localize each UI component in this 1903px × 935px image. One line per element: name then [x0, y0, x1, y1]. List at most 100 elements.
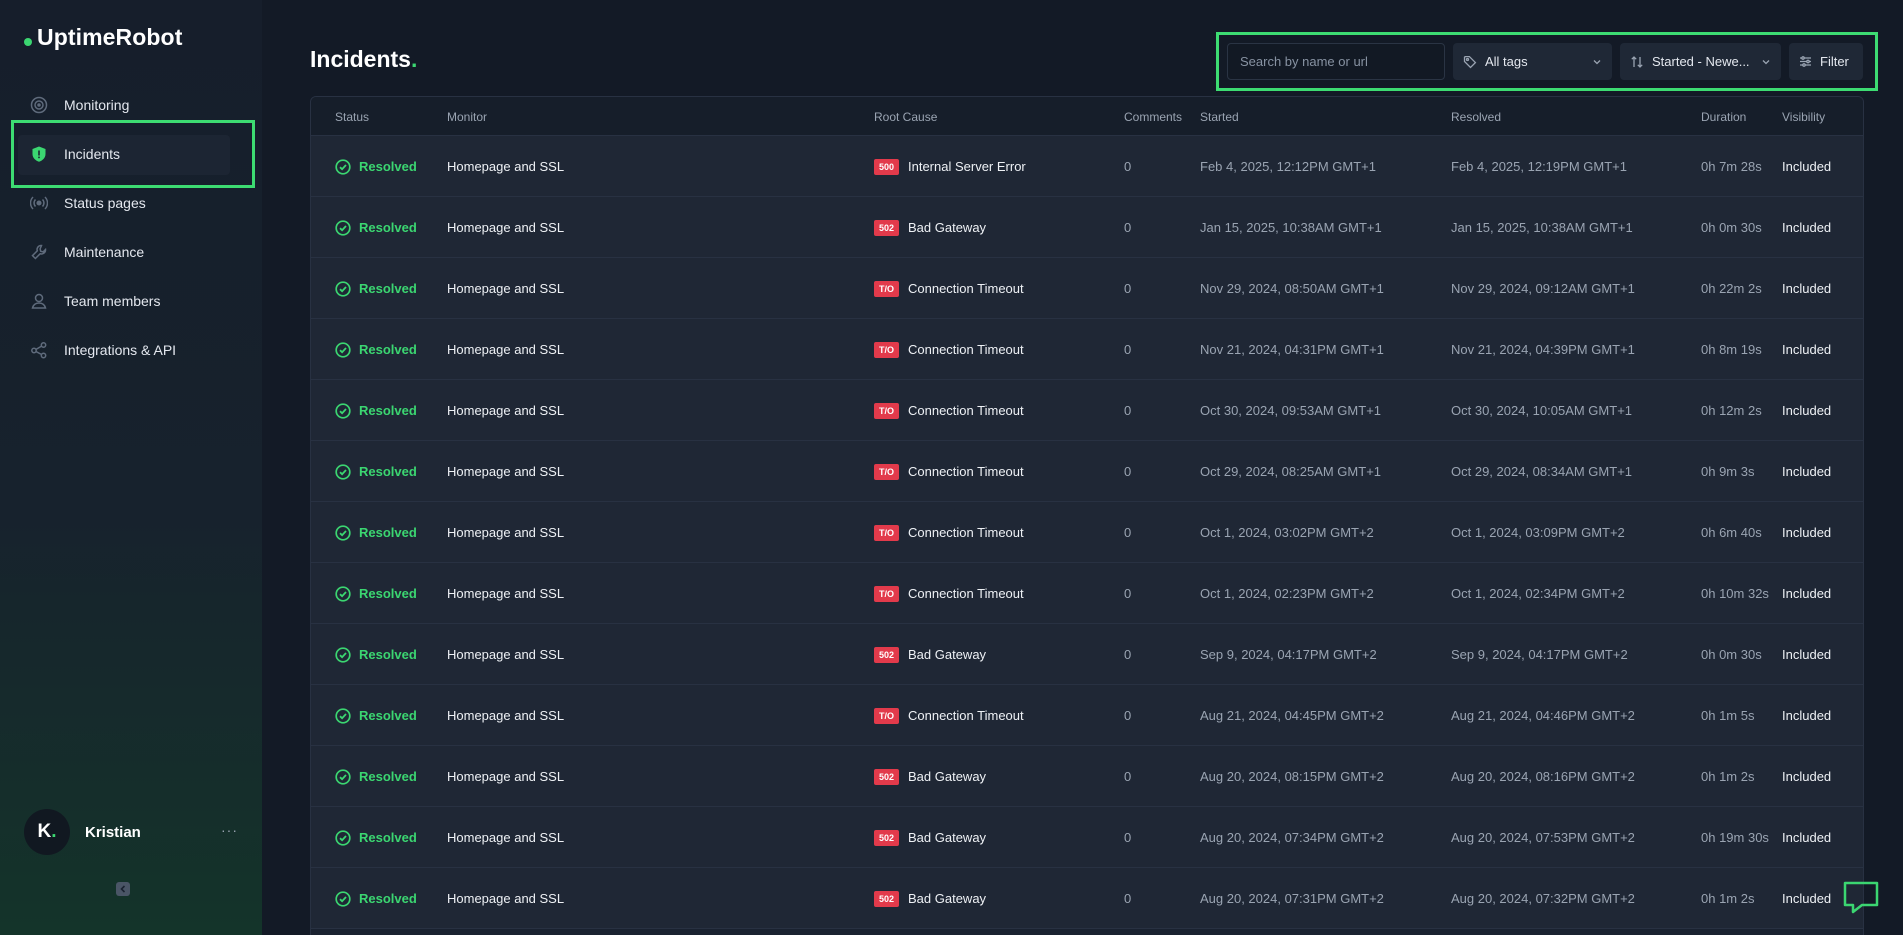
sidebar-item-incidents[interactable]: Incidents [10, 129, 252, 178]
more-options-icon[interactable]: ··· [221, 822, 238, 838]
sort-dropdown[interactable]: Started - Newe... [1620, 43, 1781, 80]
check-circle-icon [335, 158, 351, 175]
sort-dropdown-label: Started - Newe... [1652, 54, 1750, 69]
incidents-table: Status Monitor Root Cause Comments Start… [310, 96, 1864, 935]
tags-dropdown-label: All tags [1485, 54, 1528, 69]
root-cause-label: Connection Timeout [908, 464, 1024, 479]
resolved-time: Jan 15, 2025, 10:38AM GMT+1 [1451, 220, 1633, 235]
status-label: Resolved [359, 891, 417, 906]
resolved-time: Aug 20, 2024, 07:32PM GMT+2 [1451, 891, 1635, 906]
check-circle-icon [335, 219, 351, 236]
table-header: Status Monitor Root Cause Comments Start… [311, 97, 1863, 136]
table-row[interactable]: Resolved Homepage and SSL T/O Connection Ti… [311, 563, 1863, 624]
monitor-name[interactable]: Homepage and SSL [447, 685, 564, 746]
sidebar-item-status-pages[interactable]: Status pages [10, 178, 252, 227]
user-name: Kristian [85, 823, 141, 841]
comments-count: 0 [1124, 281, 1132, 296]
table-row[interactable]: Resolved Homepage and SSL 502 Bad Gateway 0 A… [311, 807, 1863, 868]
table-row[interactable]: Resolved Homepage and SSL T/O Connection Ti… [311, 319, 1863, 380]
table-row[interactable]: Resolved Homepage and SSL 502 Bad Gateway 0 A… [311, 746, 1863, 807]
visibility: Included [1782, 342, 1832, 357]
status-badge: Resolved [335, 624, 417, 685]
column-header-root-cause[interactable]: Root Cause [874, 110, 937, 124]
monitor-name[interactable]: Homepage and SSL [447, 746, 564, 807]
sidebar-item-maintenance[interactable]: Maintenance [10, 227, 252, 276]
root-cause-label: Bad Gateway [908, 891, 987, 906]
comments-count: 0 [1124, 464, 1132, 479]
comments-count: 0 [1124, 586, 1132, 601]
monitor-name[interactable]: Homepage and SSL [447, 624, 564, 685]
visibility: Included [1782, 708, 1832, 723]
root-cause: T/O Connection Timeout [874, 258, 1024, 319]
comments-count: 0 [1124, 159, 1132, 174]
chat-widget-button[interactable] [1842, 880, 1880, 914]
sidebar-item-team-members[interactable]: Team members [10, 276, 252, 325]
monitor-name[interactable]: Homepage and SSL [447, 868, 564, 929]
check-circle-icon [335, 768, 351, 785]
status-badge: Resolved [335, 807, 417, 868]
table-row[interactable]: Resolved Homepage and SSL T/O Connection Ti… [311, 502, 1863, 563]
root-cause: T/O Connection Timeout [874, 685, 1024, 746]
collapse-sidebar-button[interactable] [116, 882, 130, 896]
search-input[interactable] [1227, 43, 1445, 80]
check-circle-icon [335, 341, 351, 358]
table-row[interactable]: Resolved Homepage and SSL T/O Connection Ti… [311, 441, 1863, 502]
tags-dropdown[interactable]: All tags [1453, 43, 1612, 80]
visibility: Included [1782, 891, 1832, 906]
table-row[interactable]: Resolved Homepage and SSL 502 Bad Gateway 0 J… [311, 197, 1863, 258]
column-header-monitor[interactable]: Monitor [447, 110, 487, 124]
sidebar-item-label: Integrations & API [64, 341, 177, 358]
root-cause-label: Bad Gateway [908, 647, 987, 662]
table-row[interactable]: Resolved Homepage and SSL T/O Connection Ti… [311, 685, 1863, 746]
table-row[interactable]: Resolved Homepage and SSL 502 Bad Gateway 0 S… [311, 624, 1863, 685]
started-time: Jan 15, 2025, 10:38AM GMT+1 [1200, 220, 1382, 235]
started-time: Sep 9, 2024, 04:17PM GMT+2 [1200, 647, 1377, 662]
root-cause: T/O Connection Timeout [874, 563, 1024, 624]
monitor-name[interactable]: Homepage and SSL [447, 441, 564, 502]
started-time: Aug 20, 2024, 08:15PM GMT+2 [1200, 769, 1384, 784]
status-label: Resolved [359, 586, 417, 601]
app-logo[interactable]: UptimeRobot [24, 24, 182, 51]
monitor-name[interactable]: Homepage and SSL [447, 563, 564, 624]
sidebar-item-label: Team members [64, 292, 161, 309]
app-logo-text: UptimeRobot [37, 24, 183, 50]
table-row[interactable]: Resolved Homepage and SSL T/O Connection Ti… [311, 380, 1863, 441]
user-menu[interactable]: K. Kristian ··· [24, 808, 237, 856]
column-header-started[interactable]: Started [1200, 110, 1239, 124]
monitor-name[interactable]: Homepage and SSL [447, 502, 564, 563]
page-title: Incidents. [310, 46, 418, 72]
duration: 0h 0m 30s [1701, 220, 1762, 235]
resolved-time: Aug 20, 2024, 07:53PM GMT+2 [1451, 830, 1635, 845]
status-label: Resolved [359, 281, 417, 296]
status-label: Resolved [359, 342, 417, 357]
sidebar-item-monitoring[interactable]: Monitoring [10, 80, 252, 129]
root-cause-label: Bad Gateway [908, 220, 987, 235]
resolved-time: Sep 9, 2024, 04:17PM GMT+2 [1451, 647, 1628, 662]
check-circle-icon [335, 280, 351, 297]
monitor-name[interactable]: Homepage and SSL [447, 807, 564, 868]
sidebar-item-label: Incidents [64, 145, 121, 162]
monitor-name[interactable]: Homepage and SSL [447, 136, 564, 197]
avatar[interactable]: K. [24, 809, 70, 855]
user-icon [30, 292, 48, 310]
duration: 0h 8m 19s [1701, 342, 1762, 357]
column-header-visibility[interactable]: Visibility [1782, 110, 1825, 124]
monitor-name[interactable]: Homepage and SSL [447, 258, 564, 319]
column-header-duration[interactable]: Duration [1701, 110, 1746, 124]
started-time: Aug 21, 2024, 04:45PM GMT+2 [1200, 708, 1384, 723]
error-code-badge: T/O [874, 402, 899, 419]
table-row[interactable]: Resolved Homepage and SSL T/O Connection Ti… [311, 258, 1863, 319]
column-header-comments[interactable]: Comments [1124, 110, 1182, 124]
column-header-resolved[interactable]: Resolved [1451, 110, 1501, 124]
monitor-name[interactable]: Homepage and SSL [447, 380, 564, 441]
monitor-name[interactable]: Homepage and SSL [447, 319, 564, 380]
monitor-name[interactable]: Homepage and SSL [447, 197, 564, 258]
table-row[interactable]: Resolved Homepage and SSL 502 Bad Gateway 0 A… [311, 868, 1863, 929]
resolved-time: Nov 29, 2024, 09:12AM GMT+1 [1451, 281, 1635, 296]
error-code-badge: 502 [874, 890, 899, 907]
filter-button[interactable]: Filter [1789, 43, 1863, 80]
table-row[interactable]: Resolved Homepage and SSL 500 Internal Serv… [311, 136, 1863, 197]
sidebar-item-integrations[interactable]: Integrations & API [10, 325, 252, 374]
root-cause-label: Connection Timeout [908, 403, 1024, 418]
column-header-status[interactable]: Status [335, 110, 369, 124]
